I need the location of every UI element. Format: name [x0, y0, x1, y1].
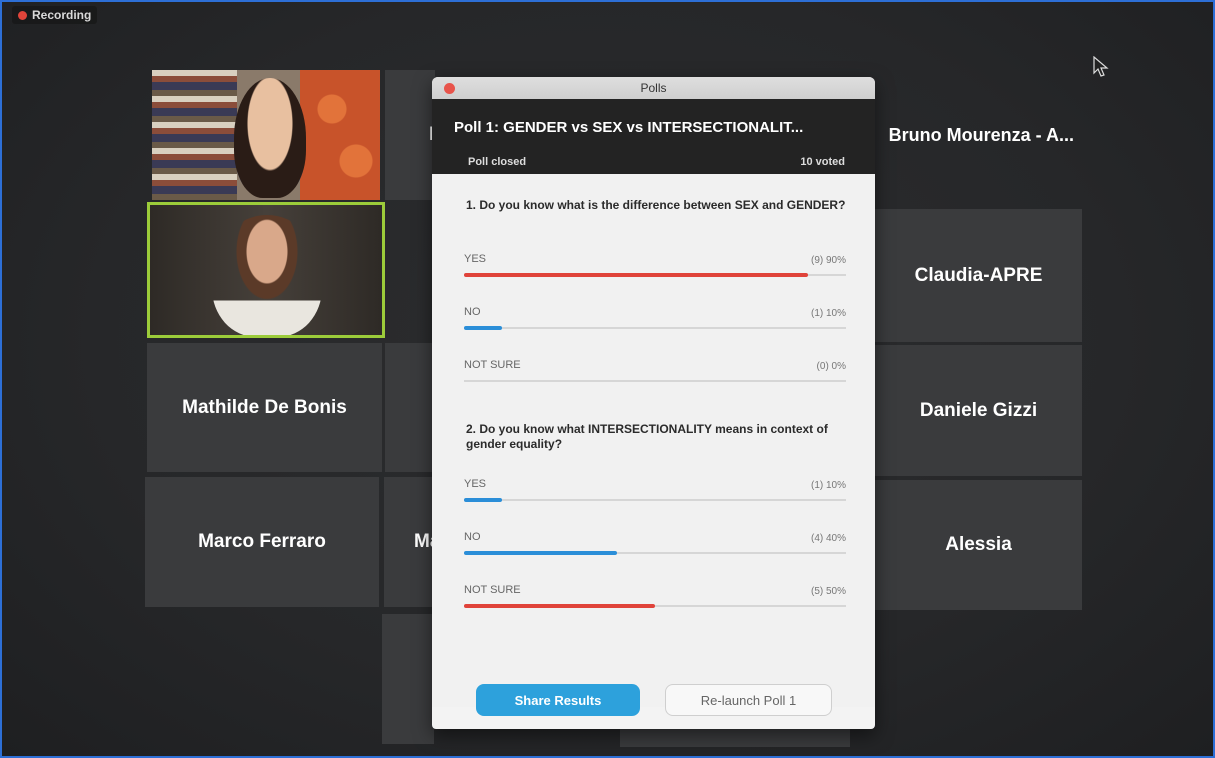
participant-tile[interactable]: Mathilde De Bonis [147, 343, 382, 472]
participant-video-tile[interactable] [152, 70, 380, 200]
poll-option-count: (4) 40% [810, 533, 846, 544]
participant-tile[interactable] [382, 614, 434, 744]
participant-tile[interactable]: Daniele Gizzi [875, 345, 1082, 476]
poll-option-label: NOT SURE [464, 584, 521, 596]
poll-option-label: NOT SURE [464, 359, 521, 371]
poll-title[interactable]: Poll 1: GENDER vs SEX vs INTERSECTIONALI… [454, 119, 803, 136]
poll-option-count: (1) 10% [810, 480, 846, 491]
participant-name: Daniele Gizzi [919, 399, 1038, 421]
poll-result-bar-track [464, 498, 846, 502]
participant-tile[interactable]: M [385, 70, 435, 200]
poll-result-bar-track [464, 380, 846, 382]
poll-result-bar-track [464, 273, 846, 277]
poll-option: NO (4) 40% [464, 531, 846, 561]
poll-result-bar [464, 273, 808, 277]
participant-video-person [212, 215, 322, 335]
participant-name: Alessia [945, 534, 1012, 555]
poll-result-bar-track [464, 551, 846, 555]
poll-result-bar [464, 551, 617, 555]
poll-option-count: (0) 0% [816, 361, 846, 372]
poll-question: 1. Do you know what is the difference be… [466, 198, 846, 212]
participant-name: Ma [414, 531, 434, 552]
participant-tile[interactable]: Alessia [875, 480, 1082, 610]
recording-dot-icon [18, 10, 27, 20]
poll-option-count: (9) 90% [810, 255, 846, 266]
participant-tile[interactable]: Bruno Mourenza - A... [875, 70, 1080, 200]
poll-status: Poll closed [468, 156, 527, 168]
polls-window-title: Polls [640, 81, 667, 95]
participant-tile[interactable]: Ma [384, 477, 434, 607]
participant-name: Mathilde De Bonis [182, 396, 347, 418]
poll-option: NOT SURE (5) 50% [464, 584, 846, 614]
poll-option-label: NO [464, 306, 481, 318]
poll-option: YES (1) 10% [464, 478, 846, 508]
poll-question: 2. Do you know what INTERSECTIONALITY me… [466, 422, 828, 451]
meeting-window: Recording M Bruno Mourenza - A... Claudi… [0, 0, 1215, 758]
poll-result-bar [464, 498, 503, 502]
relaunch-poll-button[interactable]: Re-launch Poll 1 [665, 684, 832, 716]
poll-option-count: (1) 10% [810, 308, 846, 319]
active-speaker-video-tile[interactable] [147, 202, 385, 338]
participant-tile[interactable]: Claudia-APRE [875, 209, 1082, 342]
poll-option: NO (1) 10% [464, 306, 846, 336]
bookshelf-background [152, 70, 237, 200]
share-results-button[interactable]: Share Results [476, 684, 640, 716]
poll-voted-count: 10 voted [800, 156, 845, 168]
participant-video-person [234, 78, 306, 198]
polls-titlebar[interactable]: Polls [432, 77, 875, 99]
poll-results: 1. Do you know what is the difference be… [432, 174, 875, 707]
poll-option: NOT SURE (0) 0% [464, 359, 846, 389]
poll-option-label: YES [464, 478, 487, 490]
close-window-button[interactable] [444, 83, 455, 94]
poll-result-bar-track [464, 326, 846, 330]
poll-result-bar [464, 326, 503, 330]
poll-result-bar [464, 604, 655, 608]
poll-option-label: NO [464, 531, 481, 543]
participant-name: Claudia-APRE [914, 264, 1043, 286]
poll-option: YES (9) 90% [464, 253, 846, 283]
mouse-cursor-icon [1093, 56, 1109, 77]
poll-option-count: (5) 50% [810, 586, 846, 597]
wall-art-background [300, 70, 380, 200]
participant-name: M [393, 124, 435, 146]
poll-header: Poll 1: GENDER vs SEX vs INTERSECTIONALI… [432, 99, 875, 174]
poll-result-bar-track [464, 604, 846, 608]
poll-option-label: YES [464, 253, 487, 265]
recording-label: Recording [32, 8, 92, 22]
participant-name: Bruno Mourenza - A... [888, 124, 1074, 145]
polls-window: Polls Poll 1: GENDER vs SEX vs INTERSECT… [432, 77, 875, 729]
participant-tile[interactable]: Marco Ferraro [145, 477, 379, 607]
participant-name: Marco Ferraro [198, 531, 326, 552]
recording-indicator[interactable]: Recording [12, 6, 98, 24]
participant-tile[interactable] [385, 343, 435, 472]
